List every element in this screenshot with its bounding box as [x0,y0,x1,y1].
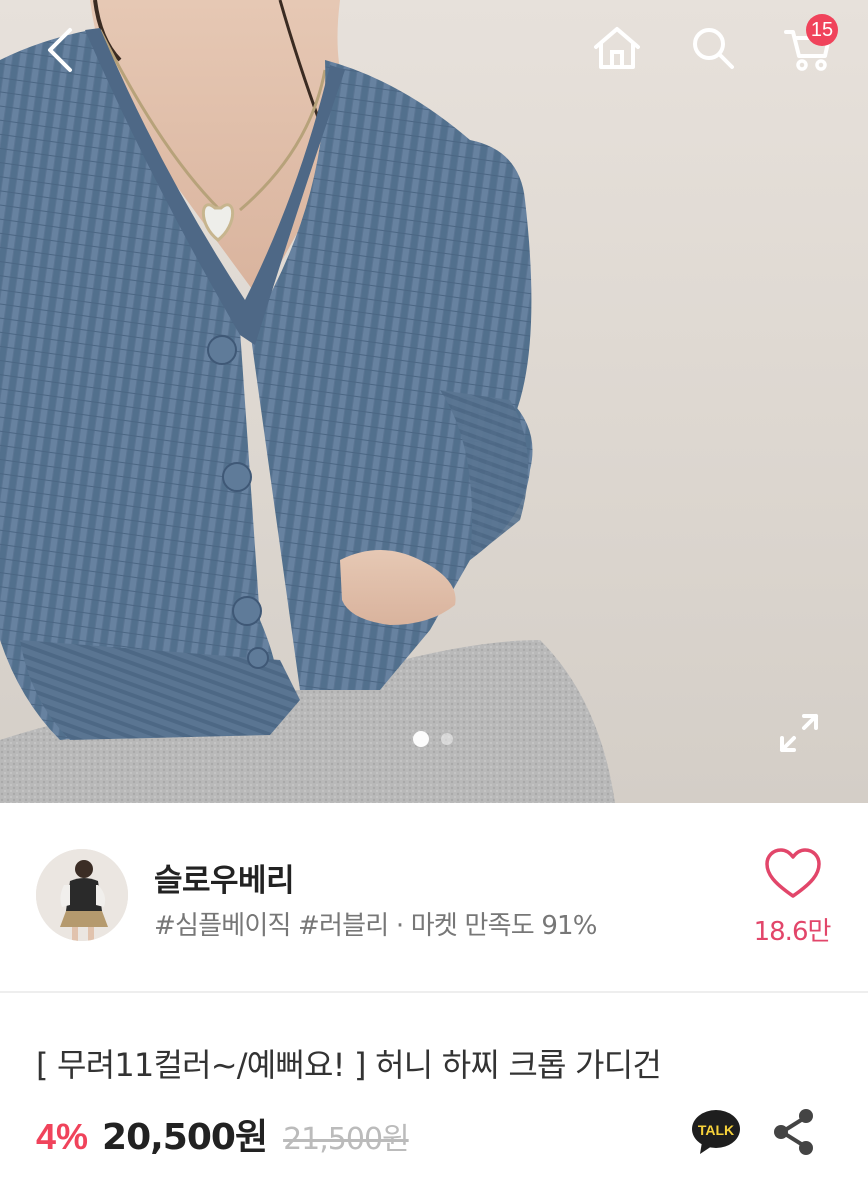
discount-rate: 4% [36,1116,89,1157]
sale-price: 20,500원 [102,1117,268,1158]
shop-info-row[interactable]: 슬로우베리 #심플베이직 #러블리 · 마켓 만족도 91% 18.6만 [0,803,868,993]
gallery-page-indicator-active [413,731,429,747]
home-button[interactable] [585,16,649,80]
product-image-gallery[interactable]: 15 [0,0,868,803]
search-icon [693,28,734,69]
price-row: 4% 20,500원 21,500원 [36,1108,410,1158]
product-photo [0,0,615,803]
cart-count-badge: 15 [806,14,838,46]
kakao-talk-share-button[interactable]: TALK [690,1108,742,1156]
product-title: [ 무려11컬러~/예뻐요! ] 허니 하찌 크롭 가디건 [36,1046,662,1084]
home-icon [594,27,640,69]
back-button[interactable] [30,18,94,82]
like-count: 18.6만 [753,917,832,947]
shop-tags: #심플베이직 #러블리 · 마켓 만족도 91% [154,911,598,941]
kakao-talk-icon: TALK [692,1110,740,1154]
gallery-page-indicator [441,733,453,745]
like-button[interactable] [764,847,822,901]
chevron-left-icon [48,28,72,72]
share-button[interactable] [770,1106,818,1158]
shop-avatar-image [36,849,128,941]
cart-button[interactable]: 15 [776,14,840,80]
original-price: 21,500원 [283,1122,410,1157]
shop-avatar[interactable] [36,849,128,941]
expand-icon [780,714,818,752]
share-icon [774,1109,813,1155]
search-button[interactable] [681,16,745,80]
heart-icon [765,848,821,898]
expand-image-button[interactable] [774,708,824,758]
shop-name[interactable]: 슬로우베리 [154,855,295,900]
kakao-talk-label: TALK [698,1122,734,1138]
